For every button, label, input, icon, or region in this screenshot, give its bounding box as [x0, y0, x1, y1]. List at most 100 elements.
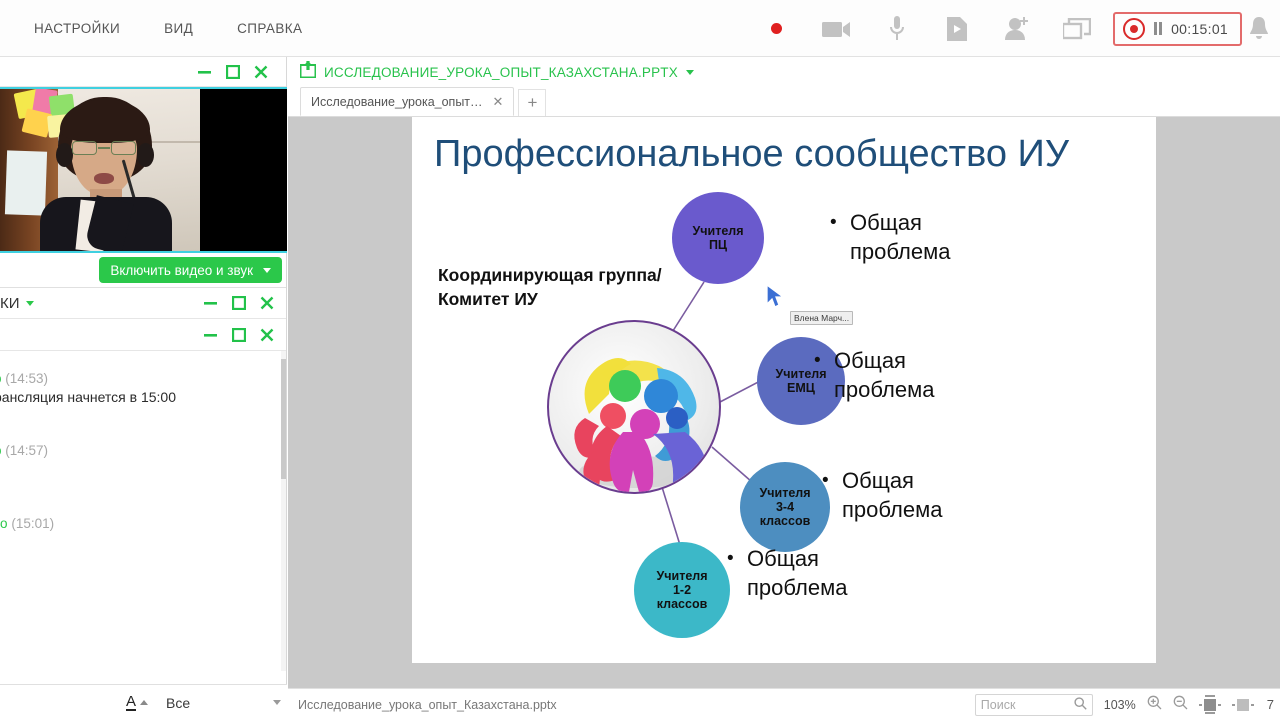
chevron-up-icon[interactable] — [140, 700, 148, 705]
node-label: Учителя 3-4 классов — [759, 486, 811, 528]
node-label: Учителя 1-2 классов — [656, 569, 708, 611]
list-item: о (14:53) рансляция начнется в 15:00 — [0, 371, 286, 405]
chat-sub-window-controls — [203, 327, 286, 342]
stop-record-icon[interactable] — [1122, 17, 1145, 40]
record-dot-icon[interactable] — [747, 0, 807, 57]
list-item: ко (15:01) — [0, 516, 286, 531]
tab-label: Исследование_урока_опыт… — [311, 94, 483, 109]
search-input[interactable]: Поиск — [974, 693, 1093, 716]
document-statusbar: Исследование_урока_опыт_Казахстана.pptx … — [288, 688, 1280, 720]
maximize-icon[interactable] — [232, 296, 246, 310]
teamwork-figures-image — [547, 320, 721, 494]
notification-bell-icon[interactable] — [1246, 0, 1280, 57]
top-toolbar: НАСТРОЙКИ ВИД СПРАВКА 00:15:01 — [0, 0, 1280, 57]
close-icon[interactable] — [254, 65, 268, 79]
remote-cursor-label: Влена Марч... — [790, 311, 854, 325]
document-viewer: ИССЛЕДОВАНИЕ_УРОКА_ОПЫТ_КАЗАХСТАНА.PPTX … — [288, 57, 1280, 720]
share-screen-icon[interactable] — [1047, 0, 1107, 57]
minimize-icon[interactable] — [203, 297, 218, 309]
node-teachers-grade34[interactable]: Учителя 3-4 классов — [740, 462, 830, 552]
left-sidebar: Включить видео и звук КИ (14:53) рансляц… — [0, 57, 287, 720]
message-author: ко — [0, 516, 8, 531]
search-icon[interactable] — [1074, 696, 1087, 713]
menu-item-settings[interactable]: НАСТРОЙКИ — [12, 15, 142, 42]
font-size-control[interactable]: A — [125, 693, 148, 711]
chevron-down-icon[interactable] — [25, 300, 34, 306]
pause-icon[interactable] — [1153, 22, 1163, 35]
list-item: о (14:57) — [0, 443, 286, 458]
node-teachers-emc[interactable]: Учителя ЕМЦ — [757, 337, 845, 425]
chat-scrollbar[interactable] — [281, 351, 286, 671]
meeting-controls: 00:15:01 — [747, 0, 1280, 57]
main-menu: НАСТРОЙКИ ВИД СПРАВКА — [0, 15, 324, 42]
document-tabs: Исследование_урока_опыт… ✕ + — [288, 87, 1280, 117]
recipient-filter-dropdown[interactable]: Все — [166, 695, 281, 711]
maximize-icon[interactable] — [232, 327, 246, 342]
video-action-row: Включить видео и звук — [0, 253, 286, 287]
application-window: НАСТРОЙКИ ВИД СПРАВКА 00:15:01 Включить … — [0, 0, 1280, 720]
fit-page-icon[interactable] — [1198, 695, 1221, 714]
menu-item-help[interactable]: СПРАВКА — [215, 15, 324, 42]
bullet-text: Общая проблема — [747, 546, 848, 600]
microphone-icon[interactable] — [867, 0, 927, 57]
menu-item-view[interactable]: ВИД — [142, 15, 215, 42]
presenter-avatar — [38, 97, 172, 251]
bullet-dot-icon: • — [727, 548, 734, 569]
add-user-icon[interactable] — [987, 0, 1047, 57]
chat-window-controls — [203, 296, 286, 310]
font-icon: A — [125, 693, 136, 711]
bullet-common-problem-4: • Общая проблема — [727, 545, 848, 602]
bullet-common-problem-1: • Общая проблема — [830, 209, 951, 266]
fit-width-icon[interactable] — [1231, 698, 1254, 711]
new-tab-button[interactable]: + — [518, 89, 547, 116]
bullet-common-problem-3: • Общая проблема — [822, 467, 943, 524]
webcam-image — [0, 89, 200, 251]
bullet-dot-icon: • — [814, 350, 821, 371]
statusbar-controls: Поиск 103% 7 — [974, 693, 1274, 716]
chat-panel-header: КИ — [0, 287, 286, 319]
page-number: 7 — [1266, 697, 1274, 712]
recording-time: 00:15:01 — [1171, 20, 1228, 37]
recipient-filter-label: Все — [166, 694, 191, 711]
node-teachers-pc[interactable]: Учителя ПЦ — [672, 192, 764, 284]
play-file-icon[interactable] — [927, 0, 987, 57]
message-author: о — [0, 371, 2, 386]
enable-video-audio-button[interactable]: Включить видео и звук — [99, 257, 282, 283]
bullet-text: Общая проблема — [850, 210, 951, 264]
video-window-controls — [197, 64, 280, 79]
chat-panel-title: КИ — [0, 294, 20, 312]
bullet-dot-icon: • — [822, 470, 829, 491]
close-icon[interactable] — [260, 296, 274, 310]
recording-indicator[interactable]: 00:15:01 — [1112, 11, 1242, 46]
message-time: (15:01) — [11, 516, 55, 531]
tab-document[interactable]: Исследование_урока_опыт… ✕ — [300, 87, 515, 116]
zoom-out-icon[interactable] — [1173, 695, 1188, 715]
maximize-icon[interactable] — [226, 64, 240, 79]
enable-video-audio-label: Включить видео и звук — [110, 262, 253, 278]
minimize-icon[interactable] — [203, 329, 218, 341]
node-teachers-grade12[interactable]: Учителя 1-2 классов — [634, 542, 730, 638]
message-time: (14:57) — [5, 443, 49, 458]
close-icon[interactable] — [260, 328, 274, 342]
bullet-dot-icon: • — [830, 212, 837, 233]
bullet-text: Общая проблема — [842, 468, 943, 522]
document-title-bar: ИССЛЕДОВАНИЕ_УРОКА_ОПЫТ_КАЗАХСТАНА.PPTX — [288, 57, 1280, 87]
camera-icon[interactable] — [807, 0, 867, 57]
chevron-down-icon[interactable] — [263, 267, 271, 273]
chat-footer: A Все — [0, 684, 287, 720]
chat-panel-title-wrap: КИ — [0, 295, 34, 312]
bullet-common-problem-2: • Общая проблема — [814, 347, 934, 404]
upload-file-icon[interactable] — [299, 61, 317, 83]
search-placeholder: Поиск — [980, 697, 1016, 712]
chevron-down-icon[interactable] — [273, 700, 281, 705]
close-icon[interactable]: ✕ — [493, 94, 504, 110]
minimize-icon[interactable] — [197, 66, 212, 78]
slide-page[interactable]: Профессиональное сообщество ИУ Координир… — [412, 117, 1156, 663]
message-text: рансляция начнется в 15:00 — [0, 389, 177, 405]
chevron-down-icon[interactable] — [685, 69, 694, 75]
video-feed[interactable] — [0, 87, 287, 253]
message-author: о — [0, 443, 2, 458]
zoom-in-icon[interactable] — [1147, 695, 1162, 715]
chat-message-list[interactable]: о (14:53) рансляция начнется в 15:00 о (… — [0, 351, 286, 671]
slide-canvas: Профессиональное сообщество ИУ Координир… — [288, 117, 1280, 688]
